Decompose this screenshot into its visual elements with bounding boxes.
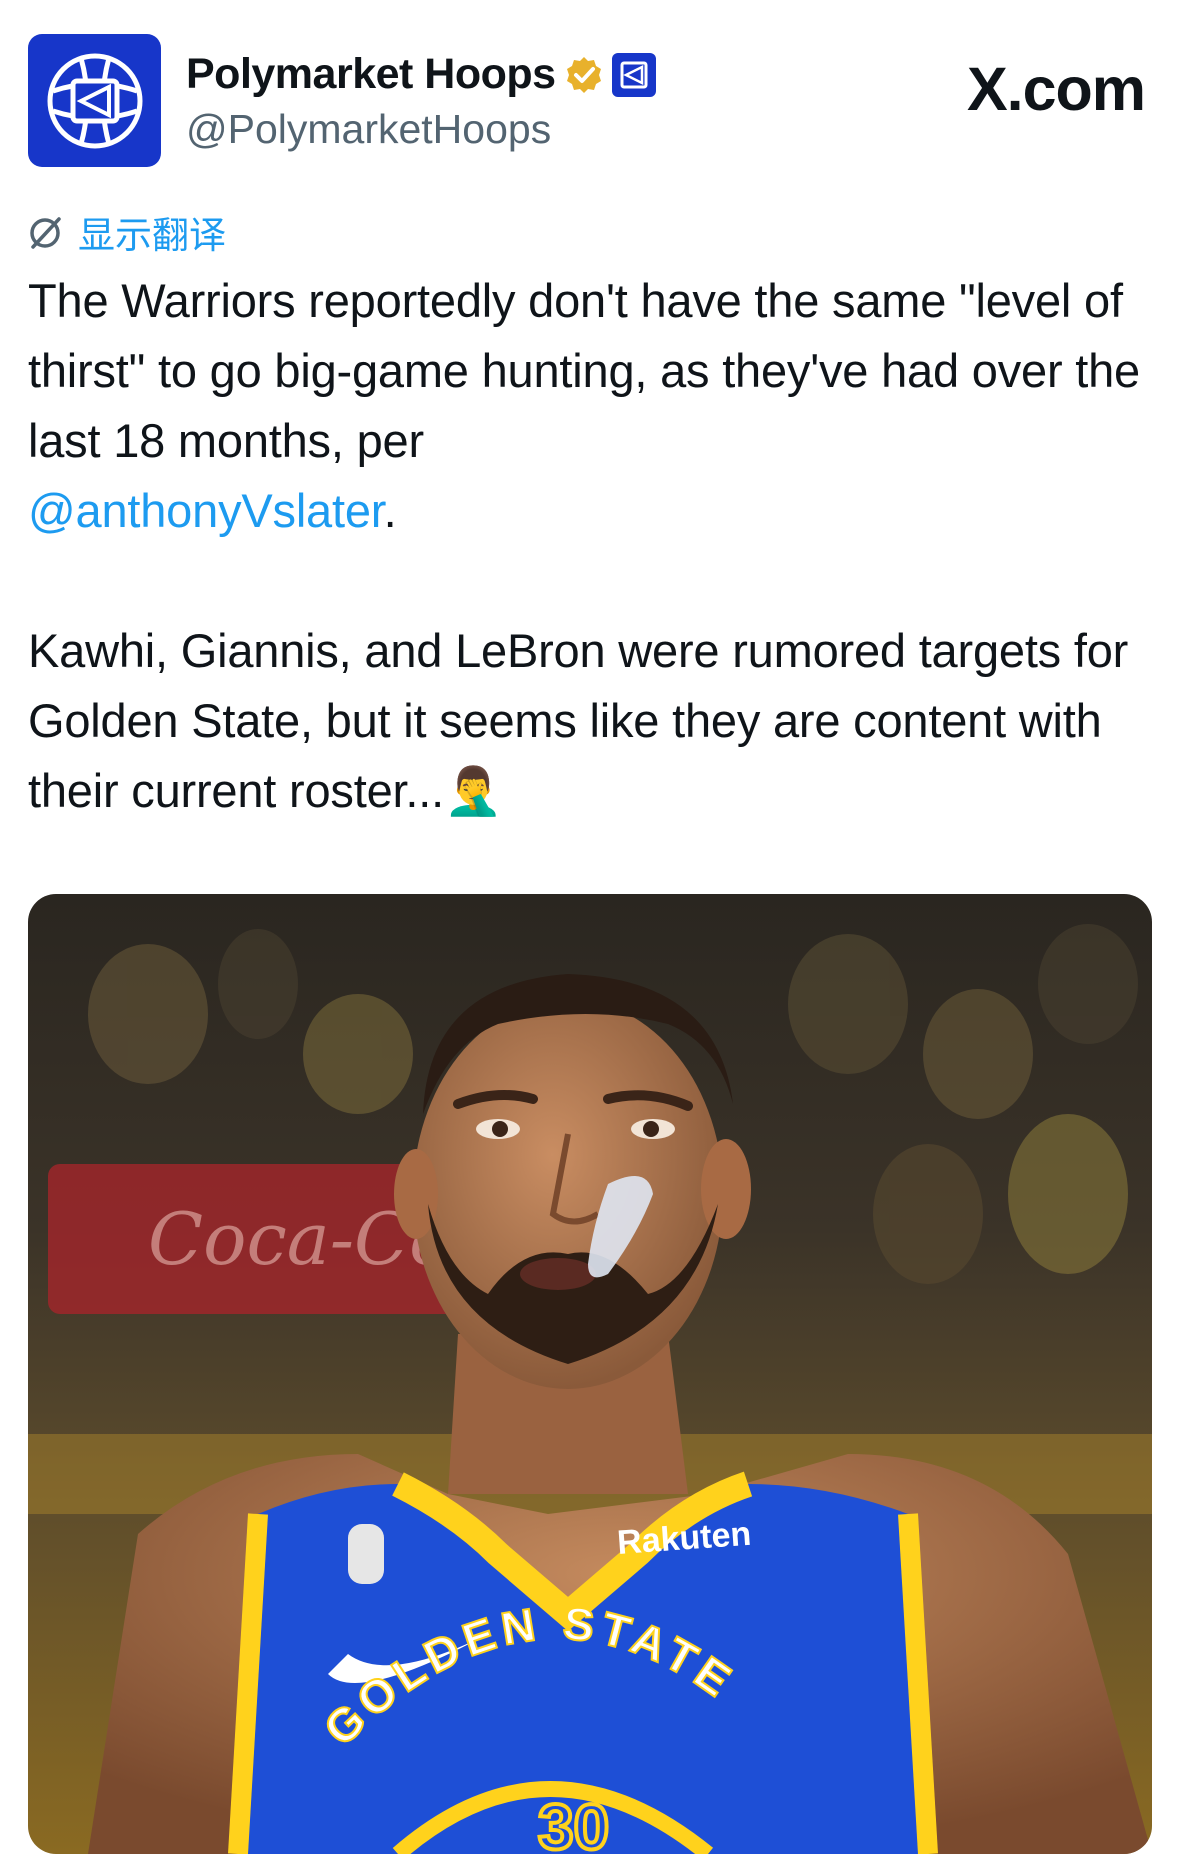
verified-badge-icon bbox=[566, 56, 601, 93]
profile-avatar[interactable] bbox=[28, 34, 161, 167]
tweet-header: Polymarket Hoops @PolymarketHoops X.com bbox=[28, 34, 1151, 169]
display-name[interactable]: Polymarket Hoops bbox=[186, 50, 556, 99]
show-translation-label: 显示翻译 bbox=[78, 215, 226, 256]
facepalm-emoji: 🤦‍♂️ bbox=[443, 764, 503, 817]
translate-icon bbox=[30, 217, 61, 249]
name-row: Polymarket Hoops bbox=[186, 50, 656, 99]
polymarket-mini-icon bbox=[620, 61, 648, 88]
jersey-number-text: 30 bbox=[538, 1791, 609, 1854]
polymarket-logo-icon bbox=[47, 53, 142, 148]
tweet-media-image[interactable]: Coca-Cola Rakuten GOLDEN STATE 30 bbox=[28, 894, 1152, 1854]
tweet-text: The Warriors reportedly don't have the s… bbox=[28, 266, 1158, 826]
source-label: X.com bbox=[966, 55, 1146, 123]
user-handle[interactable]: @PolymarketHoops bbox=[186, 106, 551, 153]
affiliate-badge-icon[interactable] bbox=[611, 52, 656, 97]
player-photo: Coca-Cola Rakuten GOLDEN STATE 30 bbox=[28, 894, 1152, 1854]
show-translation-button[interactable]: 显示翻译 bbox=[28, 205, 226, 259]
tweet-text-part1: The Warriors reportedly don't have the s… bbox=[28, 274, 1140, 467]
mention-link[interactable]: @anthonyVslater bbox=[28, 484, 384, 537]
